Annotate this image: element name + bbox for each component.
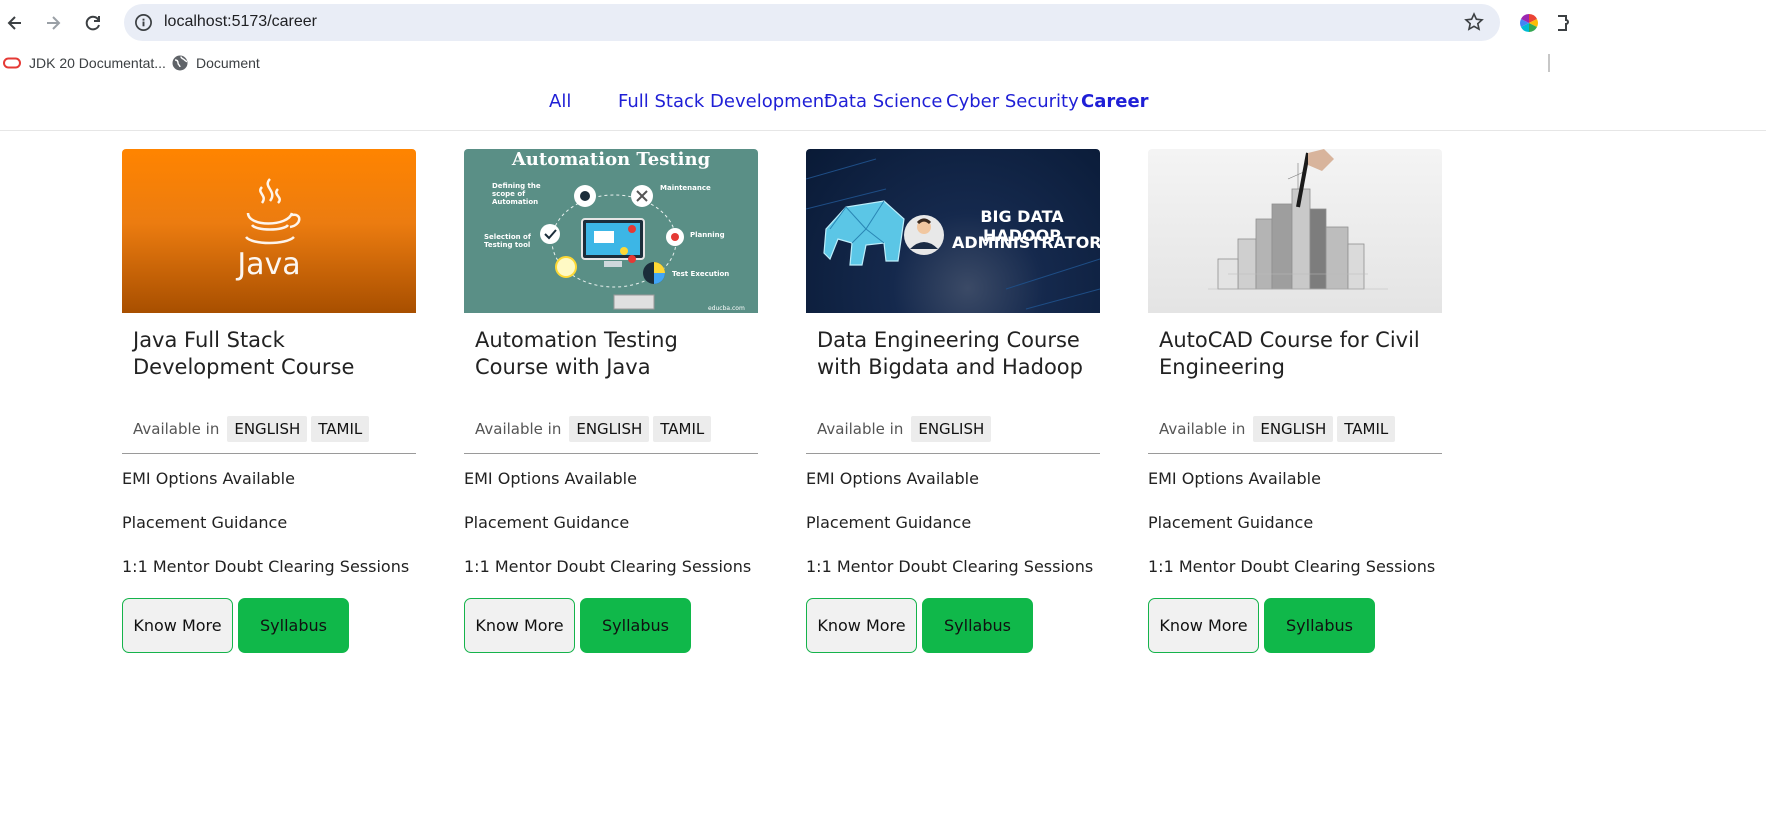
globe-icon xyxy=(172,55,188,71)
back-icon[interactable] xyxy=(0,8,30,38)
site-info-icon[interactable] xyxy=(134,13,153,32)
course-title: AutoCAD Course for Civil Engineering xyxy=(1159,328,1420,379)
nav-link-full-stack-development[interactable]: Full Stack Development xyxy=(618,91,831,112)
language-badge: TAMIL xyxy=(653,415,712,442)
course-title: Automation Testing Course with Java xyxy=(475,328,678,379)
nav-link-cyber-security[interactable]: Cyber Security xyxy=(946,91,1079,112)
extensions-icon[interactable] xyxy=(1556,12,1570,34)
know-more-button[interactable]: Know More xyxy=(806,598,917,653)
city-sketch-icon xyxy=(1208,149,1388,290)
language-badge: TAMIL xyxy=(1337,415,1396,442)
bookmarks-divider xyxy=(1548,54,1550,72)
feature-emi: EMI Options Available xyxy=(464,469,637,488)
divider xyxy=(122,453,416,454)
card-actions: Know More Syllabus xyxy=(464,598,758,653)
bookmark-document[interactable]: Document xyxy=(172,55,260,71)
java-brand-text: Java xyxy=(237,247,301,282)
feature-mentor: 1:1 Mentor Doubt Clearing Sessions xyxy=(464,557,752,576)
bookmark-jdk[interactable]: JDK 20 Documentat... xyxy=(3,55,166,71)
automation-label-execution: Test Execution xyxy=(672,270,730,278)
automation-label-selection: Selection of Testing tool xyxy=(484,233,531,249)
language-badge: ENGLISH xyxy=(1253,415,1334,442)
card-actions: Know More Syllabus xyxy=(122,598,416,653)
course-card: Automation Testing Defining the scope of… xyxy=(464,149,758,653)
course-image-hadoop: BIG DATA HADOOP ADMINISTRATOR xyxy=(806,149,1100,313)
syllabus-button[interactable]: Syllabus xyxy=(580,598,691,653)
feature-placement: Placement Guidance xyxy=(464,513,630,532)
bookmark-star-icon[interactable] xyxy=(1464,12,1484,32)
availability-row: Available in ENGLISH TAMIL xyxy=(464,415,758,442)
category-nav: All Full Stack Development Data Science … xyxy=(0,84,1766,131)
browser-toolbar: localhost:5173/career xyxy=(0,0,1766,46)
feature-placement: Placement Guidance xyxy=(1148,513,1314,532)
nav-link-all[interactable]: All xyxy=(549,91,571,112)
availability-row: Available in ENGLISH TAMIL xyxy=(1148,415,1442,442)
availability-row: Available in ENGLISH xyxy=(806,415,1100,442)
bookmark-label: JDK 20 Documentat... xyxy=(29,55,166,71)
automation-label-scope: Defining the scope of Automation xyxy=(492,182,541,206)
know-more-button[interactable]: Know More xyxy=(464,598,575,653)
available-in-label: Available in xyxy=(475,419,562,438)
know-more-button[interactable]: Know More xyxy=(1148,598,1259,653)
language-badge: ENGLISH xyxy=(227,415,308,442)
url-text[interactable]: localhost:5173/career xyxy=(164,13,317,31)
course-title: Java Full Stack Development Course xyxy=(133,328,355,379)
bookmark-label: Document xyxy=(196,55,260,71)
nav-link-data-science[interactable]: Data Science xyxy=(824,91,942,112)
feature-mentor: 1:1 Mentor Doubt Clearing Sessions xyxy=(806,557,1094,576)
feature-mentor: 1:1 Mentor Doubt Clearing Sessions xyxy=(122,557,410,576)
feature-emi: EMI Options Available xyxy=(806,469,979,488)
automation-label-planning: Planning xyxy=(690,231,725,239)
color-wheel-extension-icon[interactable] xyxy=(1518,12,1540,34)
oracle-icon xyxy=(3,57,21,69)
feature-emi: EMI Options Available xyxy=(1148,469,1321,488)
syllabus-button[interactable]: Syllabus xyxy=(1264,598,1375,653)
forward-icon[interactable] xyxy=(38,8,68,38)
feature-placement: Placement Guidance xyxy=(122,513,288,532)
know-more-button[interactable]: Know More xyxy=(122,598,233,653)
automation-credit: educba.com xyxy=(708,305,745,312)
course-card: Java Java Full Stack Development Course … xyxy=(122,149,416,653)
language-badge: ENGLISH xyxy=(569,415,650,442)
hadoop-line-2: ADMINISTRATOR xyxy=(952,233,1100,252)
course-title: Data Engineering Course with Bigdata and… xyxy=(817,328,1083,379)
card-actions: Know More Syllabus xyxy=(1148,598,1442,653)
course-image-autocad xyxy=(1148,149,1442,313)
language-badge: ENGLISH xyxy=(911,415,992,442)
feature-emi: EMI Options Available xyxy=(122,469,295,488)
bookmarks-bar: JDK 20 Documentat... Document xyxy=(0,48,1766,80)
nav-link-career[interactable]: Career xyxy=(1081,91,1149,112)
course-image-java: Java xyxy=(122,149,416,313)
course-card: AutoCAD Course for Civil Engineering Ava… xyxy=(1148,149,1442,653)
syllabus-button[interactable]: Syllabus xyxy=(238,598,349,653)
language-badge: TAMIL xyxy=(311,415,370,442)
divider xyxy=(464,453,758,454)
syllabus-button[interactable]: Syllabus xyxy=(922,598,1033,653)
course-image-automation: Automation Testing Defining the scope of… xyxy=(464,149,758,313)
card-actions: Know More Syllabus xyxy=(806,598,1100,653)
automation-label-maintenance: Maintenance xyxy=(660,184,711,192)
divider xyxy=(1148,453,1442,454)
feature-placement: Placement Guidance xyxy=(806,513,972,532)
available-in-label: Available in xyxy=(817,419,904,438)
divider xyxy=(806,453,1100,454)
reload-icon[interactable] xyxy=(78,8,108,38)
address-bar[interactable]: localhost:5173/career xyxy=(124,4,1500,41)
course-card: BIG DATA HADOOP ADMINISTRATOR Data Engin… xyxy=(806,149,1100,653)
feature-mentor: 1:1 Mentor Doubt Clearing Sessions xyxy=(1148,557,1436,576)
available-in-label: Available in xyxy=(133,419,220,438)
availability-row: Available in ENGLISH TAMIL xyxy=(122,415,416,442)
available-in-label: Available in xyxy=(1159,419,1246,438)
java-logo-icon xyxy=(245,178,301,245)
